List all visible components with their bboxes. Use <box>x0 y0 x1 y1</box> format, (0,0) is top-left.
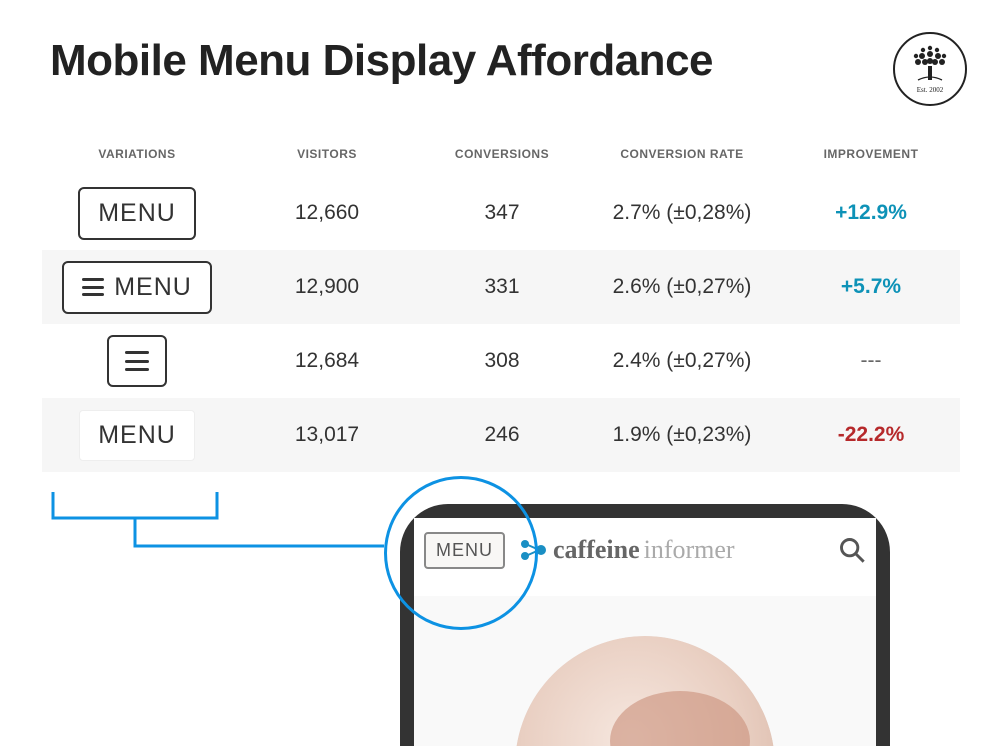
phone-menu-button[interactable]: MENU <box>424 532 505 569</box>
results-table: VARIATIONS VISITORS CONVERSIONS CONVERSI… <box>42 132 960 472</box>
conversions-cell: 246 <box>422 423 582 447</box>
conversion-rate-cell: 2.7% (±0,28%) <box>582 201 782 225</box>
table-row: MENU 12,900 331 2.6% (±0,27%) +5.7% <box>42 250 960 324</box>
visitors-cell: 13,017 <box>232 423 422 447</box>
visitors-cell: 12,900 <box>232 275 422 299</box>
tree-icon <box>908 44 952 84</box>
page-title: Mobile Menu Display Affordance <box>50 36 713 86</box>
search-icon[interactable] <box>838 536 866 564</box>
col-improvement: IMPROVEMENT <box>782 147 960 161</box>
variation-plain-text: MENU <box>79 410 195 461</box>
connector-bracket <box>52 492 392 582</box>
improvement-cell: +5.7% <box>782 275 960 299</box>
col-visitors: VISITORS <box>232 147 422 161</box>
col-conversions: CONVERSIONS <box>422 147 582 161</box>
article-hero-image <box>515 636 775 746</box>
menu-label: MENU <box>114 273 192 302</box>
table-row: 12,684 308 2.4% (±0,27%) --- <box>42 324 960 398</box>
phone-content <box>414 596 876 746</box>
visitors-cell: 12,660 <box>232 201 422 225</box>
variation-cell: MENU <box>42 187 232 240</box>
conversion-rate-cell: 2.6% (±0,27%) <box>582 275 782 299</box>
brand-logo: caffeineinformer <box>519 535 735 565</box>
brand-text-bold: caffeine <box>553 535 640 565</box>
table-row: MENU 13,017 246 1.9% (±0,23%) -22.2% <box>42 398 960 472</box>
phone-topbar: MENU caffeineinformer <box>414 518 876 582</box>
conversions-cell: 347 <box>422 201 582 225</box>
hamburger-icon <box>82 278 104 296</box>
improvement-cell: --- <box>782 349 960 373</box>
menu-label: MENU <box>98 199 176 228</box>
col-variations: VARIATIONS <box>42 147 232 161</box>
conversions-cell: 308 <box>422 349 582 373</box>
table-header-row: VARIATIONS VISITORS CONVERSIONS CONVERSI… <box>42 132 960 176</box>
visitors-cell: 12,684 <box>232 349 422 373</box>
variation-bordered-burger-only <box>107 335 167 387</box>
table-row: MENU 12,660 347 2.7% (±0,28%) +12.9% <box>42 176 960 250</box>
col-conversion-rate: CONVERSION RATE <box>582 147 782 161</box>
variation-cell: MENU <box>42 410 232 461</box>
variation-cell <box>42 335 232 387</box>
conversion-rate-cell: 2.4% (±0,27%) <box>582 349 782 373</box>
variation-bordered-burger-text: MENU <box>62 261 212 314</box>
conversion-rate-cell: 1.9% (±0,23%) <box>582 423 782 447</box>
variation-bordered-menu-text: MENU <box>78 187 196 240</box>
brand-mark-icon <box>519 538 549 562</box>
hamburger-icon <box>125 351 149 371</box>
variation-cell: MENU <box>42 261 232 314</box>
logo-est-text: Est. 2002 <box>917 86 943 94</box>
improvement-cell: -22.2% <box>782 423 960 447</box>
phone-mockup: MENU caffeineinformer <box>400 504 890 746</box>
brand-text-light: informer <box>644 535 735 565</box>
conversions-cell: 331 <box>422 275 582 299</box>
improvement-cell: +12.9% <box>782 201 960 225</box>
idf-logo: Est. 2002 <box>893 32 967 106</box>
